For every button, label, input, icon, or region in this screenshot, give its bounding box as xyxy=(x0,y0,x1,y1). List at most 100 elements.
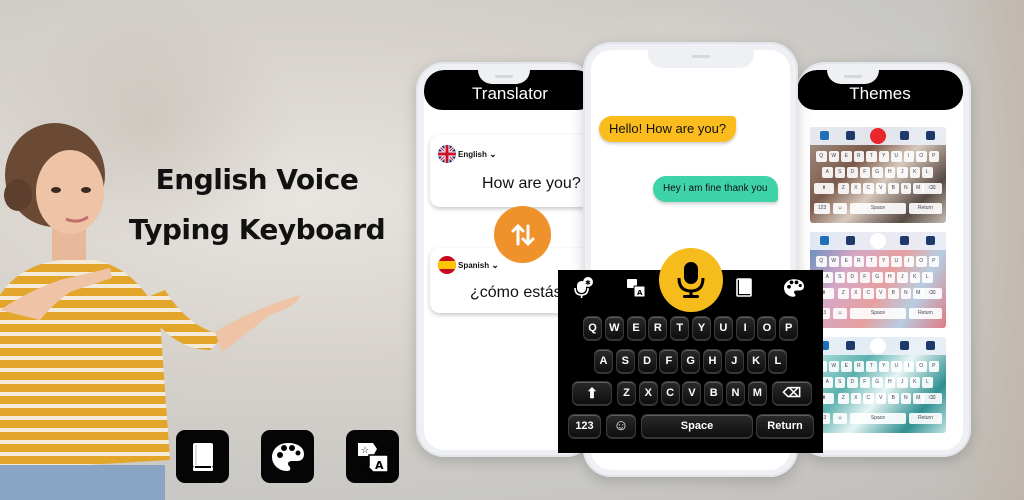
dictionary-icon xyxy=(900,341,909,350)
key-w[interactable]: W xyxy=(604,316,624,340)
key-b[interactable]: B xyxy=(704,381,724,405)
translate-icon xyxy=(846,236,855,245)
spain-flag-icon xyxy=(438,256,456,274)
translate-icon: ☆ A xyxy=(357,442,389,473)
mini-key: E xyxy=(841,361,852,372)
mini-key: U xyxy=(891,361,902,372)
mini-key: X xyxy=(850,183,861,194)
key-r[interactable]: R xyxy=(648,316,668,340)
themes-button[interactable] xyxy=(782,276,806,300)
return-key[interactable]: Return xyxy=(756,414,814,438)
key-l[interactable]: L xyxy=(768,349,788,373)
mini-key: Z xyxy=(838,183,849,194)
mini-key: P xyxy=(928,361,939,372)
mini-key: X xyxy=(850,393,861,404)
mini-key: W xyxy=(828,361,839,372)
theme-preview-3[interactable]: QWERTYUIOPASDFGHJKLZXCVBNM⬆⌫123☺SpaceRet… xyxy=(810,337,946,433)
mini-key: O xyxy=(916,256,927,267)
microphone-icon xyxy=(870,128,886,144)
theme-preview-2[interactable]: QWERTYUIOPASDFGHJKLZXCVBNM⬆⌫123☺SpaceRet… xyxy=(810,232,946,328)
key-t[interactable]: T xyxy=(670,316,690,340)
phone-notch xyxy=(827,70,879,84)
key-u[interactable]: U xyxy=(713,316,733,340)
dictionary-icon xyxy=(900,236,909,245)
key-h[interactable]: H xyxy=(703,349,722,373)
palette-icon xyxy=(926,131,935,140)
key-s[interactable]: S xyxy=(615,349,635,373)
themes-title: Themes xyxy=(849,84,911,103)
key-c[interactable]: C xyxy=(660,381,680,405)
key-g[interactable]: G xyxy=(681,349,701,373)
palette-icon xyxy=(784,279,804,297)
voice-keyboard: ✱ A Q W E R T Y U I O P A S D F G H J K … xyxy=(558,248,823,453)
svg-text:☆: ☆ xyxy=(361,446,369,456)
mini-key: I xyxy=(903,256,914,267)
mini-key: B xyxy=(888,183,899,194)
mini-key: ⌫ xyxy=(922,183,942,194)
voice-input-button[interactable] xyxy=(659,248,723,312)
source-language-select[interactable]: English ⌄ xyxy=(458,149,497,160)
target-language-select[interactable]: Spanish ⌄ xyxy=(458,260,499,271)
mini-key: ☺ xyxy=(833,413,847,424)
mini-key: Return xyxy=(909,413,942,424)
dictionary-feature-button[interactable] xyxy=(176,430,229,483)
key-a[interactable]: A xyxy=(594,349,613,373)
numbers-key[interactable]: 123 xyxy=(568,414,601,438)
mini-key: P xyxy=(928,151,939,162)
mini-key: I xyxy=(903,361,914,372)
space-key[interactable]: Space xyxy=(641,414,753,438)
theme-toolbar xyxy=(810,127,946,145)
dictionary-button[interactable] xyxy=(732,276,756,300)
mini-key: J xyxy=(897,377,908,388)
theme-preview-1[interactable]: Q W E R T Y U I O P A S D F G H J K L Z X C V B N M ⬆ ⌫ 123 ☺ Space Ret… xyxy=(810,127,946,223)
translate-feature-button[interactable]: ☆ A xyxy=(346,430,399,483)
microphone-icon xyxy=(870,233,886,249)
mini-key: W xyxy=(828,151,839,162)
shift-key[interactable]: ⬆ xyxy=(572,381,612,405)
key-v[interactable]: V xyxy=(682,381,702,405)
headline-line1: English Voice xyxy=(155,163,359,196)
key-n[interactable]: N xyxy=(726,381,745,405)
backspace-key[interactable]: ⌫ xyxy=(772,381,812,405)
mini-key: G xyxy=(872,272,883,283)
key-j[interactable]: J xyxy=(724,349,744,373)
voice-translate-button[interactable]: ✱ xyxy=(572,276,596,300)
translate-button[interactable]: A xyxy=(624,276,648,300)
mini-key: ☺ xyxy=(833,308,847,319)
dictionary-icon xyxy=(192,442,213,471)
key-k[interactable]: K xyxy=(746,349,766,373)
mini-key: Return xyxy=(909,203,942,214)
voice-translate-icon xyxy=(820,236,829,245)
key-m[interactable]: M xyxy=(747,381,767,405)
key-p[interactable]: P xyxy=(779,316,799,340)
palette-icon xyxy=(926,341,935,350)
mini-key: 123 xyxy=(814,203,830,214)
key-f[interactable]: F xyxy=(659,349,679,373)
mini-key: Q xyxy=(816,256,827,267)
mini-key: K xyxy=(909,272,920,283)
mini-key: S xyxy=(834,272,845,283)
palette-icon xyxy=(271,442,304,471)
swap-languages-button[interactable] xyxy=(494,206,551,263)
key-x[interactable]: X xyxy=(638,381,658,405)
key-o[interactable]: O xyxy=(757,316,777,340)
mini-key: Space xyxy=(850,413,906,424)
mini-key: Return xyxy=(909,308,942,319)
mini-key: D xyxy=(847,377,858,388)
mini-key: V xyxy=(875,183,886,194)
source-text[interactable]: How are you? xyxy=(482,175,581,193)
mini-key: N xyxy=(900,288,911,299)
themes-header: Themes xyxy=(797,70,963,110)
mini-key: A xyxy=(822,167,833,178)
emoji-key[interactable]: ☺ xyxy=(606,414,636,438)
theme-toolbar xyxy=(810,337,946,355)
key-z[interactable]: Z xyxy=(617,381,636,405)
key-i[interactable]: I xyxy=(735,316,755,340)
key-d[interactable]: D xyxy=(637,349,657,373)
uk-flag-icon xyxy=(438,145,456,163)
key-q[interactable]: Q xyxy=(583,316,602,340)
themes-feature-button[interactable] xyxy=(261,430,314,483)
key-y[interactable]: Y xyxy=(692,316,711,340)
key-e[interactable]: E xyxy=(626,316,646,340)
dictionary-icon xyxy=(736,278,752,297)
